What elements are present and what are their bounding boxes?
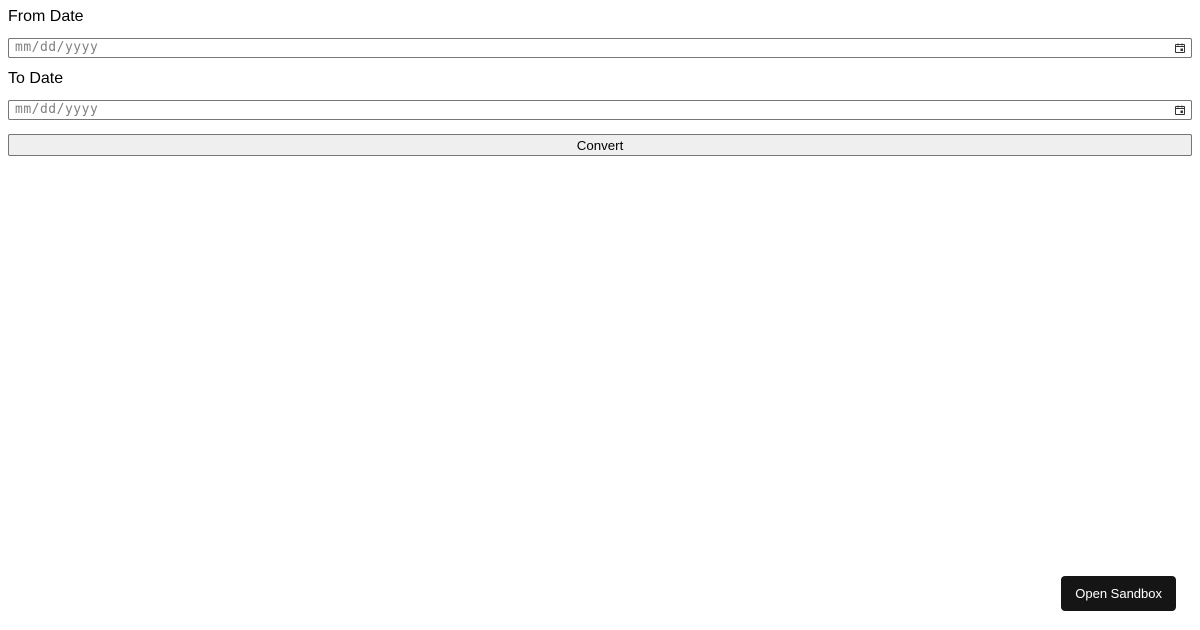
date-form: From Date mm/dd/yyyy To Date mm/dd/yyyy bbox=[8, 8, 1192, 156]
to-date-label: To Date bbox=[8, 70, 1192, 88]
to-date-placeholder: mm/dd/yyyy bbox=[13, 101, 98, 119]
to-date-input[interactable]: mm/dd/yyyy bbox=[8, 100, 1192, 120]
from-date-placeholder: mm/dd/yyyy bbox=[13, 39, 98, 57]
to-date-field-wrapper: mm/dd/yyyy bbox=[8, 100, 1192, 120]
from-date-field-wrapper: mm/dd/yyyy bbox=[8, 38, 1192, 58]
from-date-label: From Date bbox=[8, 8, 1192, 26]
convert-button[interactable]: Convert bbox=[8, 134, 1192, 156]
from-date-input[interactable]: mm/dd/yyyy bbox=[8, 38, 1192, 58]
calendar-icon[interactable] bbox=[1173, 41, 1187, 55]
calendar-icon[interactable] bbox=[1173, 103, 1187, 117]
open-sandbox-button[interactable]: Open Sandbox bbox=[1061, 576, 1176, 611]
